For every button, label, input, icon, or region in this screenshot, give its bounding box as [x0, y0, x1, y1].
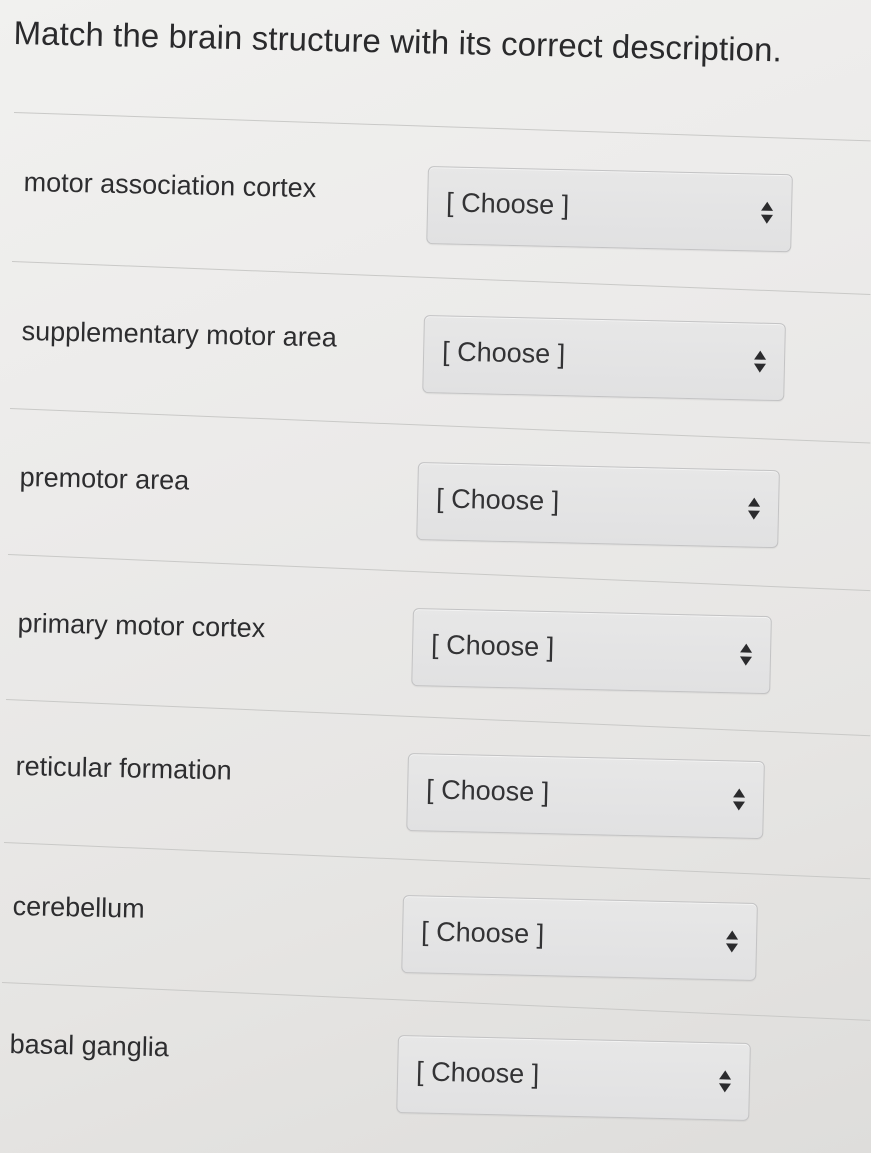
structure-label: premotor area: [19, 462, 190, 496]
select-value: [ Choose ]: [430, 629, 555, 663]
select-value: [ Choose ]: [425, 774, 550, 808]
select-value: [ Choose ]: [445, 187, 570, 221]
answer-select[interactable]: [ Choose ]: [416, 462, 780, 549]
answer-select[interactable]: [ Choose ]: [396, 1035, 751, 1121]
select-value: [ Choose ]: [441, 336, 566, 370]
divider: [3, 842, 871, 880]
answer-select[interactable]: [ Choose ]: [401, 895, 758, 982]
divider: [5, 699, 871, 737]
structure-label: motor association cortex: [23, 167, 317, 204]
updown-arrows-icon: [739, 643, 753, 667]
updown-arrows-icon: [732, 788, 746, 812]
updown-arrows-icon: [725, 930, 739, 954]
structure-label: reticular formation: [15, 751, 233, 786]
structure-label: cerebellum: [12, 891, 146, 924]
updown-arrows-icon: [760, 201, 774, 226]
divider: [13, 112, 871, 142]
updown-arrows-icon: [747, 497, 761, 522]
divider: [7, 554, 871, 592]
divider: [11, 261, 871, 295]
updown-arrows-icon: [753, 350, 767, 375]
structure-label: primary motor cortex: [17, 608, 266, 644]
select-value: [ Choose ]: [415, 1056, 540, 1090]
answer-select[interactable]: [ Choose ]: [422, 315, 786, 402]
structure-label: supplementary motor area: [21, 316, 338, 353]
answer-select[interactable]: [ Choose ]: [406, 753, 765, 840]
divider: [9, 408, 871, 444]
updown-arrows-icon: [718, 1070, 732, 1094]
select-value: [ Choose ]: [435, 483, 560, 517]
answer-select[interactable]: [ Choose ]: [411, 608, 772, 695]
select-value: [ Choose ]: [420, 916, 545, 950]
divider: [1, 982, 871, 1021]
answer-select[interactable]: [ Choose ]: [426, 166, 793, 253]
question-title: Match the brain structure with its corre…: [13, 14, 783, 69]
structure-label: basal ganglia: [9, 1029, 170, 1063]
